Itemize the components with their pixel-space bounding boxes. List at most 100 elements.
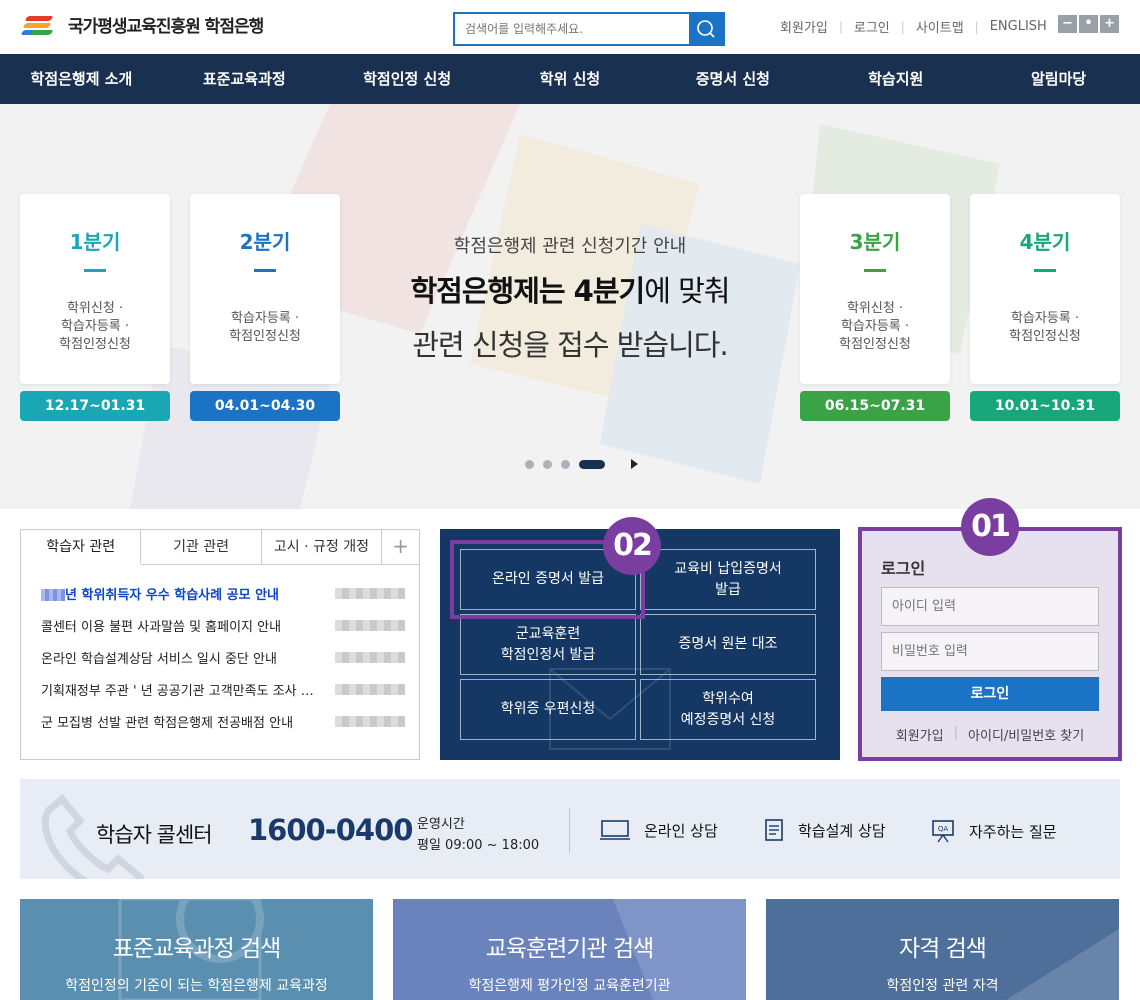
list-item[interactable]: 콜센터 이용 불편 사과말씀 및 홈페이지 안내	[21, 609, 419, 641]
quarter-desc-line: 학위신청 ·	[66, 301, 124, 316]
login-button[interactable]: 로그인	[881, 677, 1099, 711]
find-account-link[interactable]: 아이디/비밀번호 찾기	[968, 725, 1084, 744]
util-separator: |	[900, 19, 905, 34]
quarter-card-3: 3분기 학위신청 · 학습자등록 · 학점인정신청	[800, 194, 950, 384]
list-item[interactable]: 기획재정부 주관 ' 년 공공기관 고객만족도 조사 안내	[21, 673, 419, 705]
search-icon	[697, 20, 715, 38]
header: 국가평생교육진흥원 학점은행 회원가입 | 로그인 | 사이트맵 | ENGLI…	[0, 0, 1140, 54]
card-subtitle: 학점인정 관련 자격	[886, 978, 999, 994]
util-join-link[interactable]: 회원가입	[780, 17, 828, 36]
nav-item-degree[interactable]: 학위 신청	[489, 54, 652, 104]
quarter-desc: 학위신청 · 학습자등록 · 학점인정신청	[800, 300, 950, 354]
notice-board: 학습자 관련 기관 관련 고시 · 규정 개정 + 년 학위취득자 우수 학습사…	[20, 529, 420, 760]
expected-degree-certificate-button[interactable]: 학위수여 예정증명서 신청	[640, 679, 816, 740]
util-login-link[interactable]: 로그인	[854, 17, 890, 36]
zoom-reset-button[interactable]: •	[1079, 15, 1098, 33]
list-item[interactable]: 년 학위취득자 우수 학습사례 공모 안내	[21, 577, 419, 609]
annotation-badge-02: 02	[603, 517, 661, 575]
tab-regulation[interactable]: 고시 · 규정 개정	[262, 530, 383, 564]
call-center-hours: 운영시간 평일 09:00 ~ 18:00	[417, 814, 539, 856]
faq-link[interactable]: QA 자주하는 질문	[931, 819, 1057, 843]
pager-dot[interactable]	[543, 459, 552, 469]
qualification-search-card[interactable]: 자격 검색 학점인정 관련 자격	[766, 899, 1119, 1000]
login-id-input[interactable]	[881, 587, 1099, 626]
link-label: 온라인 상담	[644, 821, 718, 840]
nav-item-notice[interactable]: 알림마당	[977, 54, 1140, 104]
nav-item-credit[interactable]: 학점인정 신청	[326, 54, 489, 104]
certificate-verify-button[interactable]: 증명서 원본 대조	[640, 614, 816, 675]
quarter-period-2: 04.01~04.30	[190, 391, 340, 421]
annotation-badge-01: 01	[961, 498, 1019, 556]
quarter-desc-line: 학습자등록 ·	[840, 319, 910, 334]
banner-headline: 학점은행제는 4분기에 맞춰	[340, 268, 800, 310]
notice-date-redacted	[335, 683, 405, 695]
military-credit-certificate-button[interactable]: 군교육훈련 학점인정서 발급	[460, 614, 636, 675]
nav-item-certificate[interactable]: 증명서 신청	[651, 54, 814, 104]
search-input[interactable]	[455, 14, 687, 44]
faq-board-icon: QA	[932, 820, 954, 843]
quarter-title: 3분기	[849, 230, 901, 254]
util-separator: |	[838, 19, 843, 34]
diploma-mail-button[interactable]: 학위증 우편신청	[460, 679, 636, 740]
util-sitemap-link[interactable]: 사이트맵	[916, 17, 964, 36]
quarter-divider	[84, 269, 106, 272]
svg-text:QA: QA	[938, 825, 949, 833]
util-links: 회원가입 | 로그인 | 사이트맵 | ENGLISH	[780, 17, 1047, 36]
list-item[interactable]: 온라인 학습설계상담 서비스 일시 중단 안내	[21, 641, 419, 673]
pager-dot-active[interactable]	[579, 459, 605, 469]
link-separator: |	[953, 725, 959, 740]
quarter-desc-line: 학습자등록 ·	[1010, 311, 1080, 326]
notice-title-text: 년 학위취득자 우수 학습사례 공모 안내	[65, 587, 279, 603]
nav-item-support[interactable]: 학습지원	[814, 54, 977, 104]
notice-list: 년 학위취득자 우수 학습사례 공모 안내 콜센터 이용 불편 사과말씀 및 홈…	[21, 565, 419, 737]
institution-search-card[interactable]: 교육훈련기관 검색 학점은행제 평가인정 교육훈련기관	[393, 899, 746, 1000]
join-link[interactable]: 회원가입	[896, 725, 944, 744]
tab-institution[interactable]: 기관 관련	[141, 530, 262, 564]
quarter-divider	[254, 269, 276, 272]
notice-date-redacted	[335, 587, 405, 599]
util-english-link[interactable]: ENGLISH	[990, 19, 1047, 34]
play-icon[interactable]	[631, 459, 638, 469]
quarter-period-3: 06.15~07.31	[800, 391, 950, 421]
pager-dot[interactable]	[561, 459, 570, 469]
notice-title: 군 모집병 선발 관련 학점은행제 전공배점 안내	[41, 715, 294, 731]
call-center-bar: 학습자 콜센터 1600-0400 운영시간 평일 09:00 ~ 18:00 …	[20, 779, 1120, 879]
list-item[interactable]: 군 모집병 선발 관련 학점은행제 전공배점 안내	[21, 705, 419, 737]
logo-mark-icon	[20, 13, 60, 37]
quarter-title: 1분기	[69, 230, 121, 254]
quarter-period-1: 12.17~01.31	[20, 391, 170, 421]
quarter-divider	[864, 269, 886, 272]
banner-copy: 학점은행제 관련 신청기간 안내 학점은행제는 4분기에 맞춰 관련 신청을 접…	[340, 232, 800, 364]
quarter-desc-line: 학점인정신청	[59, 337, 131, 352]
search-button[interactable]	[689, 14, 723, 44]
notice-date-redacted	[335, 619, 405, 631]
tab-learner[interactable]: 학습자 관련	[21, 530, 142, 565]
quarter-title: 4분기	[1019, 230, 1071, 254]
login-password-input[interactable]	[881, 632, 1099, 671]
search-box	[453, 12, 725, 46]
nav-item-curriculum[interactable]: 표준교육과정	[163, 54, 326, 104]
document-icon	[765, 819, 783, 841]
nav-item-intro[interactable]: 학점은행제 소개	[0, 54, 163, 104]
link-label: 학습설계 상담	[798, 821, 886, 840]
notice-title: 년 학위취득자 우수 학습사례 공모 안내	[41, 584, 323, 603]
tuition-certificate-button[interactable]: 교육비 납입증명서 발급	[640, 549, 816, 610]
pager-dot[interactable]	[525, 459, 534, 469]
quarter-period-4: 10.01~10.31	[970, 391, 1120, 421]
notice-title: 기획재정부 주관 ' 년 공공기관 고객만족도 조사 안내	[41, 683, 323, 699]
learning-plan-consult-link[interactable]: 학습설계 상담	[764, 819, 886, 841]
zoom-out-button[interactable]: −	[1058, 15, 1077, 33]
zoom-in-button[interactable]: +	[1100, 15, 1119, 33]
notice-title: 콜센터 이용 불편 사과말씀 및 홈페이지 안내	[41, 619, 282, 635]
quarter-desc-line: 학점인정신청	[229, 329, 301, 344]
hours-label: 운영시간	[417, 817, 465, 832]
online-consult-link[interactable]: 온라인 상담	[600, 819, 718, 841]
logo[interactable]: 국가평생교육진흥원 학점은행	[20, 12, 264, 37]
card-title: 교육훈련기관 검색	[485, 936, 655, 962]
notice-more-button[interactable]: +	[382, 530, 419, 564]
quarter-desc-line: 학점인정신청	[839, 337, 911, 352]
redacted-year	[41, 589, 65, 601]
curriculum-search-card[interactable]: 표준교육과정 검색 학점인정의 기준이 되는 학점은행제 교육과정	[20, 899, 373, 1000]
banner-pager	[525, 459, 638, 469]
call-center-number[interactable]: 1600-0400	[248, 813, 413, 847]
